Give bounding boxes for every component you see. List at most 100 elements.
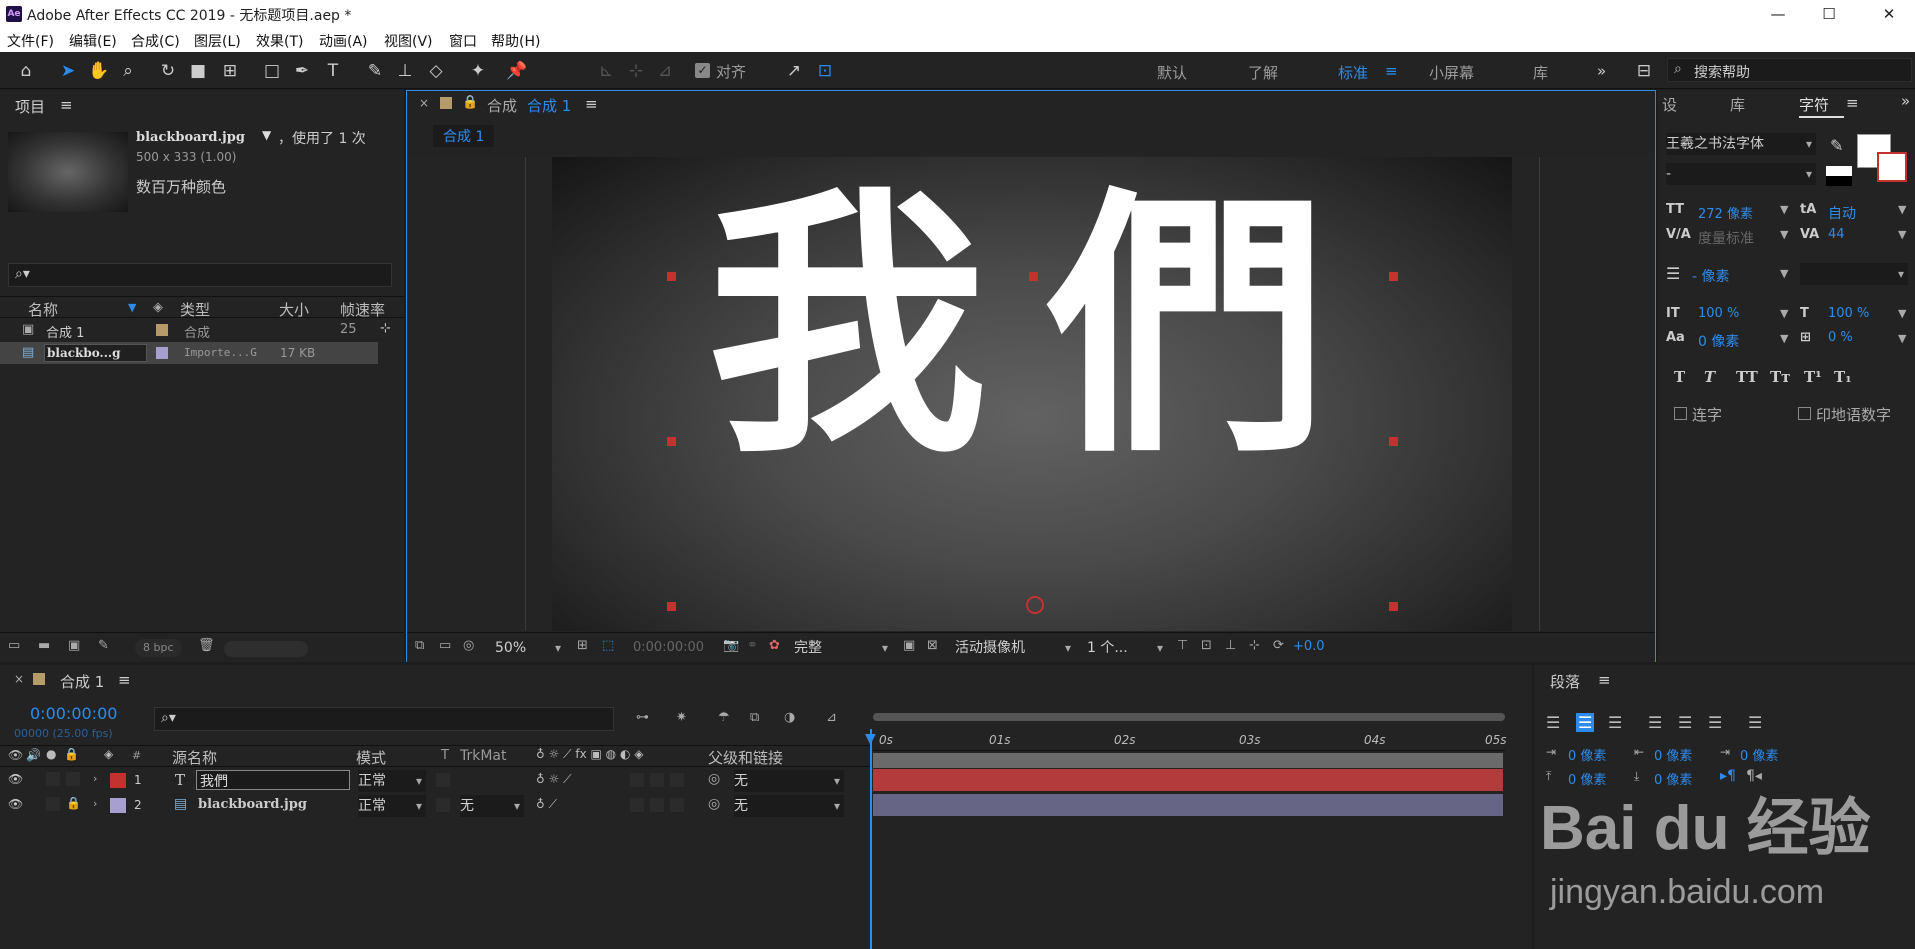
menu-help[interactable]: 帮助(H) xyxy=(491,31,540,51)
sort-down-icon[interactable]: ▼ xyxy=(128,301,136,314)
transparency-grid-icon[interactable]: ⊠ xyxy=(927,638,938,653)
justify-center-icon[interactable]: ☰ xyxy=(1678,713,1692,732)
pan-behind-tool-icon[interactable]: ⊞ xyxy=(220,61,240,81)
align-checkbox[interactable]: ✓ xyxy=(695,63,710,78)
zoom-tool-icon[interactable]: ⌕ xyxy=(118,61,138,81)
adjust-icon[interactable]: ✎ xyxy=(98,638,109,653)
label-color-swatch[interactable] xyxy=(110,798,126,813)
clone-stamp-tool-icon[interactable]: ⊥ xyxy=(395,61,415,81)
lock-icon[interactable]: 🔒 xyxy=(462,95,478,110)
3d-toggle[interactable] xyxy=(670,773,684,787)
menu-file[interactable]: 文件(F) xyxy=(7,31,54,51)
frame-blending-icon[interactable]: ⧉ xyxy=(750,710,759,725)
transform-handle[interactable] xyxy=(667,602,676,611)
more-panels-icon[interactable]: » xyxy=(1901,92,1910,110)
panel-menu-icon[interactable]: ≡ xyxy=(1598,671,1611,689)
justify-left-icon[interactable]: ☰ xyxy=(1648,713,1662,732)
preserve-transparency-toggle[interactable] xyxy=(436,773,450,787)
table-row[interactable]: 👁 › 1 T 我們 正常 ♁ ☼ ⟋ ◎ 无 xyxy=(0,769,872,793)
views-dropdown[interactable]: 1 个... xyxy=(1087,637,1167,659)
label-tag-icon[interactable]: ◈ xyxy=(104,747,113,761)
transform-handle[interactable] xyxy=(1389,437,1398,446)
exposure-value[interactable]: +0.0 xyxy=(1293,639,1325,654)
column-name[interactable]: 名称 xyxy=(28,299,58,320)
stroke-style-dropdown[interactable] xyxy=(1800,263,1908,285)
faux-bold-button[interactable]: T xyxy=(1674,368,1685,386)
align-right-icon[interactable]: ☰ xyxy=(1608,713,1622,732)
track-matte-dropdown[interactable]: 无 xyxy=(460,795,524,817)
close-panel-icon[interactable]: × xyxy=(419,96,429,110)
stroke-width-value[interactable]: - 像素 xyxy=(1692,266,1730,286)
brush-tool-icon[interactable]: ✎ xyxy=(365,61,385,81)
chevron-down-icon[interactable]: ▼ xyxy=(1780,228,1788,241)
text-tool-icon[interactable]: T xyxy=(323,61,343,81)
tab-character[interactable]: 字符 xyxy=(1799,94,1829,115)
adjustment-toggle[interactable] xyxy=(650,773,664,787)
small-caps-button[interactable]: Tт xyxy=(1770,368,1790,386)
panel-menu-icon[interactable]: ≡ xyxy=(585,95,598,113)
expand-chevron-icon[interactable]: › xyxy=(93,797,97,810)
list-item[interactable]: ▤ blackbo...g Importe...G 17 KB xyxy=(0,342,378,364)
video-toggle-icon[interactable]: 👁 xyxy=(8,748,23,762)
layer-bar-image[interactable] xyxy=(873,794,1503,816)
eraser-tool-icon[interactable]: ◇ xyxy=(426,61,446,81)
channel-icon[interactable]: ✿ xyxy=(769,638,780,653)
eyedropper-icon[interactable]: ✎ xyxy=(1830,136,1843,155)
menu-animation[interactable]: 动画(A) xyxy=(319,31,368,51)
solo-toggle[interactable] xyxy=(46,797,60,811)
font-family-dropdown[interactable]: 王羲之书法字体 xyxy=(1666,133,1816,155)
playhead-line[interactable] xyxy=(870,729,872,949)
column-fps[interactable]: 帧速率 xyxy=(340,299,385,320)
all-caps-button[interactable]: TT xyxy=(1736,368,1758,386)
interpret-footage-icon[interactable]: ▭ xyxy=(8,638,20,653)
tab-settings[interactable]: 设 xyxy=(1662,94,1677,115)
workspace-learn[interactable]: 了解 xyxy=(1248,62,1278,83)
list-item[interactable]: ▣ 合成 1 合成 25 ⊹ xyxy=(0,319,400,341)
menu-view[interactable]: 视图(V) xyxy=(384,31,433,51)
faux-italic-button[interactable]: T xyxy=(1704,368,1715,386)
eye-icon[interactable]: 👁 xyxy=(8,772,23,786)
audio-toggle-icon[interactable]: 🔊 xyxy=(26,748,41,762)
chevron-down-icon[interactable]: ▼ xyxy=(1780,332,1788,345)
network-icon[interactable]: ⊹ xyxy=(1249,638,1260,653)
chevron-down-icon[interactable]: ▼ xyxy=(262,128,271,142)
maximize-button[interactable]: ☐ xyxy=(1806,2,1852,26)
tab-libraries[interactable]: 库 xyxy=(1730,94,1745,115)
column-type[interactable]: 类型 xyxy=(180,299,210,320)
tsume-value[interactable]: 0 % xyxy=(1828,330,1853,345)
hindi-digits-checkbox[interactable] xyxy=(1798,407,1811,420)
always-preview-icon[interactable]: ⧉ xyxy=(415,638,424,653)
timeline-tab[interactable]: 合成 1 xyxy=(60,671,104,692)
lock-icon[interactable]: 🔒 xyxy=(64,747,79,761)
solo-toggle[interactable] xyxy=(46,772,60,786)
lock-icon[interactable]: 🔒 xyxy=(66,796,81,810)
comp-flow-tab[interactable]: 合成 1 xyxy=(433,125,495,147)
new-composition-icon[interactable]: ▣ xyxy=(68,638,80,653)
superscript-button[interactable]: T¹ xyxy=(1804,368,1822,386)
layer-switch-icons[interactable]: ♁ ☼ ⟋ xyxy=(536,772,572,787)
layer-name[interactable]: 我們 xyxy=(196,770,350,790)
adjustment-toggle[interactable] xyxy=(650,798,664,812)
camera-dropdown[interactable]: 活动摄像机 xyxy=(955,637,1075,659)
draft-3d-icon[interactable]: ✷ xyxy=(676,710,687,725)
anchor-point-icon[interactable] xyxy=(1026,596,1044,614)
label-color-swatch[interactable] xyxy=(156,347,168,359)
panel-menu-icon[interactable]: ≡ xyxy=(118,671,131,689)
workspace-small-screen[interactable]: 小屏幕 xyxy=(1429,62,1474,83)
label-color-swatch[interactable] xyxy=(156,324,168,336)
motion-blur-icon[interactable]: ◑ xyxy=(784,710,795,725)
region-of-interest-icon[interactable]: ⬚ xyxy=(602,638,614,653)
label-color-swatch[interactable] xyxy=(110,773,126,788)
search-help-field[interactable]: ⌕ 搜索帮助 xyxy=(1667,58,1912,82)
leading-value[interactable]: 自动 xyxy=(1828,203,1856,223)
font-style-dropdown[interactable]: - xyxy=(1666,163,1816,185)
comp-canvas[interactable]: 我們 xyxy=(407,157,1655,631)
workspace-libraries[interactable]: 库 xyxy=(1533,62,1548,83)
pick-whip-icon[interactable]: ◎ xyxy=(708,771,720,787)
layer-name[interactable]: blackboard.jpg xyxy=(198,797,307,812)
column-source-name[interactable]: 源名称 xyxy=(172,747,217,768)
vertical-scale-value[interactable]: 100 % xyxy=(1698,306,1739,321)
flowchart-icon[interactable]: ⊥ xyxy=(1225,638,1236,653)
transform-handle[interactable] xyxy=(1029,272,1038,281)
graph-editor-icon[interactable]: ⊿ xyxy=(826,710,837,725)
